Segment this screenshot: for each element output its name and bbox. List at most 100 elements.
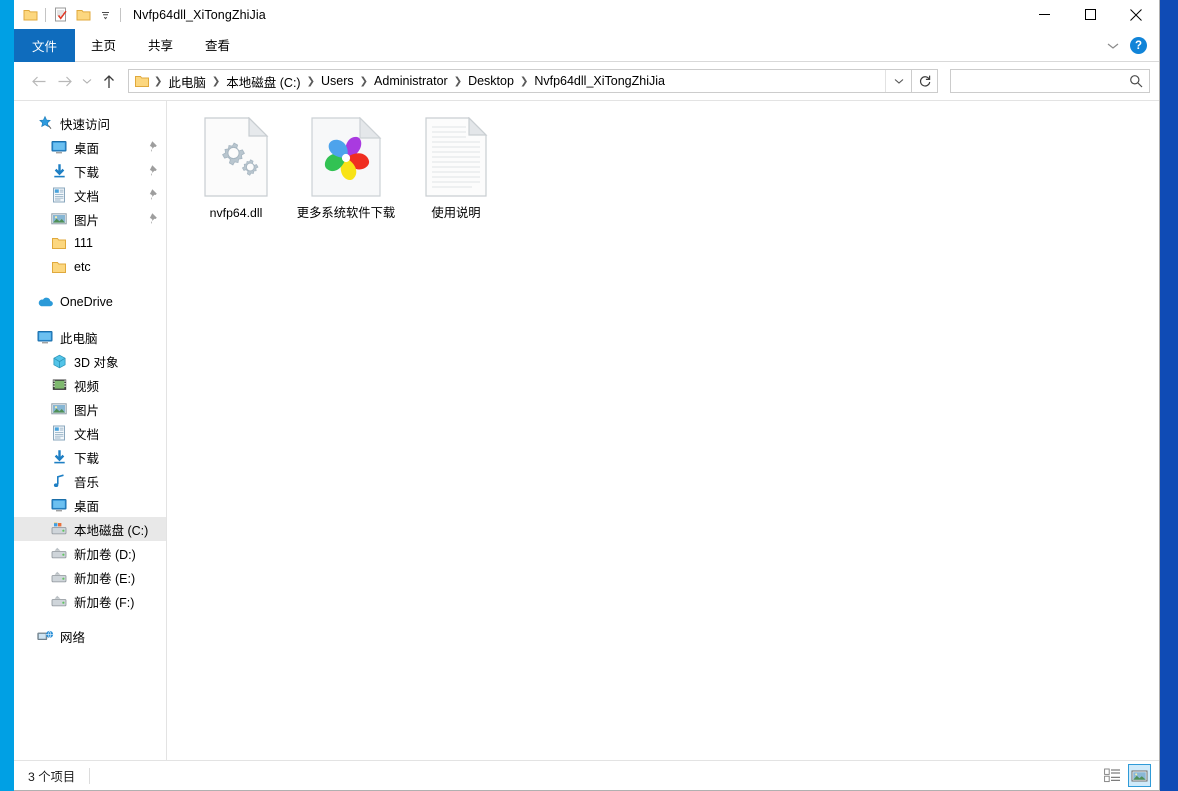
search-icon[interactable] [1127,74,1145,88]
sidebar-item-label: 文档 [74,189,100,204]
breadcrumb-item-this-pc[interactable]: 此电脑 [164,72,210,91]
file-item-readme[interactable]: 使用说明 [401,113,511,221]
sidebar-item-desktop[interactable]: 桌面 [14,135,166,159]
folder-icon[interactable] [19,4,41,26]
file-item-label: 使用说明 [431,206,481,220]
sidebar-item-network[interactable]: 网络 [14,624,166,648]
desktop-icon [50,138,68,156]
sidebar-item-music[interactable]: 音乐 [14,469,166,493]
close-button[interactable] [1113,0,1159,29]
recent-locations-button[interactable] [78,68,96,94]
sidebar-item-this-pc[interactable]: 此电脑 [14,325,166,349]
sidebar-item-111[interactable]: 111 [14,231,166,255]
up-button[interactable] [96,68,122,94]
pin-icon[interactable] [149,164,160,180]
sidebar-item-label: 新加卷 (F:) [74,595,135,610]
breadcrumb-item-c-drive[interactable]: 本地磁盘 (C:) [222,72,304,91]
file-item-nvfp64-dll[interactable]: nvfp64.dll [181,113,291,221]
breadcrumb-separator[interactable]: ❯ [210,76,222,87]
toolbar-separator-2 [120,7,121,22]
properties-icon[interactable] [50,4,72,26]
tab-file[interactable]: 文件 [14,29,76,62]
desktop-icon [50,496,68,514]
back-button[interactable] [26,68,52,94]
sidebar-item-drive-d[interactable]: 新加卷 (D:) [14,541,166,565]
folder-icon [50,234,68,252]
folder-icon [50,258,68,276]
refresh-button[interactable] [912,69,938,93]
breadcrumb-separator[interactable]: ❯ [452,76,464,87]
breadcrumb-item-current-folder[interactable]: Nvfp64dll_XiTongZhiJia [530,74,669,88]
sidebar-item-label: 111 [74,236,94,250]
breadcrumb-dropdown-icon[interactable] [885,70,911,92]
sidebar-item-local-disk-c[interactable]: 本地磁盘 (C:) [14,517,166,541]
tab-view[interactable]: 查看 [189,30,246,58]
large-icons-view-button[interactable] [1128,764,1151,787]
breadcrumb-item-desktop[interactable]: Desktop [464,74,518,88]
nav-group-quick-access[interactable]: 快速访问 [14,111,166,135]
file-list-view[interactable]: nvfp64.dll 更多系统软件下载 使用说明 [167,101,1159,760]
sidebar-item-documents-pc[interactable]: 文档 [14,421,166,445]
maximize-button[interactable] [1067,0,1113,29]
breadcrumb-separator[interactable]: ❯ [358,76,370,87]
sidebar-item-drive-f[interactable]: 新加卷 (F:) [14,589,166,613]
sidebar-item-videos[interactable]: 视频 [14,373,166,397]
help-button[interactable]: ? [1130,37,1147,54]
breadcrumb[interactable]: ❯ 此电脑 ❯ 本地磁盘 (C:) ❯ Users ❯ Administrato… [128,69,912,93]
sidebar-item-label: 3D 对象 [74,355,119,370]
sidebar-item-downloads[interactable]: 下载 [14,159,166,183]
minimize-button[interactable] [1021,0,1067,29]
sidebar-item-downloads-pc[interactable]: 下载 [14,445,166,469]
this-pc-icon [36,328,54,346]
documents-icon [50,186,68,204]
file-tiles: nvfp64.dll 更多系统软件下载 使用说明 [181,113,1159,221]
forward-button[interactable] [52,68,78,94]
status-divider [89,767,91,784]
explorer-body: 快速访问 桌面 下载 文档 图片 111 etc OneDrive 此电脑 3D… [14,100,1159,760]
tab-home[interactable]: 主页 [75,30,132,58]
sidebar-item-onedrive[interactable]: OneDrive [14,290,166,314]
breadcrumb-separator[interactable]: ❯ [305,76,317,87]
sidebar-item-pictures-pc[interactable]: 图片 [14,397,166,421]
ribbon-right-controls: ? [1102,29,1155,62]
toolbar-separator [45,7,46,22]
sidebar-item-label: OneDrive [60,295,113,309]
search-box[interactable] [950,69,1150,93]
breadcrumb-item-users[interactable]: Users [317,74,358,88]
sidebar-item-label: 此电脑 [60,331,98,346]
new-folder-icon[interactable] [72,4,94,26]
sidebar-item-desktop-pc[interactable]: 桌面 [14,493,166,517]
sidebar-item-label: 图片 [74,213,100,228]
pin-icon[interactable] [149,212,160,228]
onedrive-cloud-icon [36,293,54,311]
sidebar-item-3d-objects[interactable]: 3D 对象 [14,349,166,373]
folder-icon [134,74,150,89]
chevron-down-icon[interactable] [1102,35,1124,57]
file-item-label: nvfp64.dll [209,206,263,220]
pin-icon[interactable] [149,188,160,204]
sidebar-item-label: 桌面 [74,141,100,156]
breadcrumb-separator[interactable]: ❯ [518,76,530,87]
pictures-icon [50,210,68,228]
breadcrumb-separator[interactable]: ❯ [152,76,164,87]
navigation-pane[interactable]: 快速访问 桌面 下载 文档 图片 111 etc OneDrive 此电脑 3D… [14,101,167,760]
details-view-button[interactable] [1101,764,1124,787]
search-input[interactable] [957,74,1127,88]
tab-share[interactable]: 共享 [132,30,189,58]
sidebar-item-pictures[interactable]: 图片 [14,207,166,231]
drive-icon [50,544,68,562]
sidebar-item-drive-e[interactable]: 新加卷 (E:) [14,565,166,589]
file-item-browser-shortcut[interactable]: 更多系统软件下载 [291,113,401,221]
nav-group-label: 快速访问 [60,117,111,132]
system-drive-icon [50,520,68,538]
sidebar-item-documents[interactable]: 文档 [14,183,166,207]
drive-icon [50,592,68,610]
pin-icon[interactable] [149,140,160,156]
sidebar-item-etc[interactable]: etc [14,255,166,279]
breadcrumb-item-administrator[interactable]: Administrator [370,74,452,88]
music-icon [50,472,68,490]
customize-dropdown-icon[interactable] [94,4,116,26]
view-mode-buttons [1101,764,1151,787]
